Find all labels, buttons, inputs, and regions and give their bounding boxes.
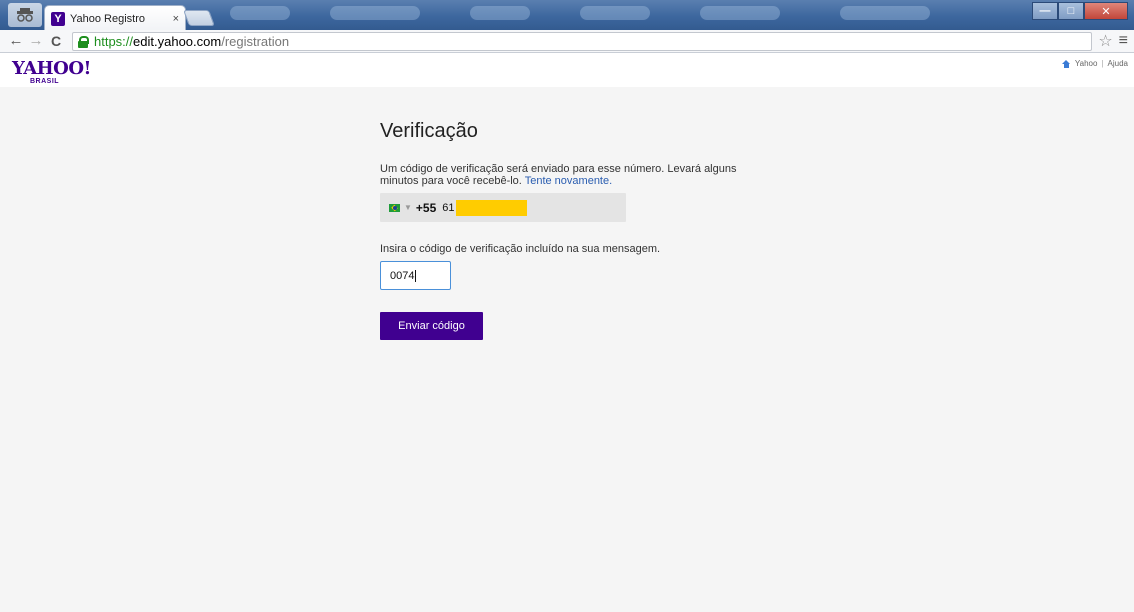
phone-number-field[interactable]: ▼ +55 61 <box>380 193 626 222</box>
reload-icon[interactable]: C <box>46 31 66 51</box>
background-blur <box>840 6 930 20</box>
phone-number-prefix: 61 <box>442 201 455 214</box>
background-blur <box>580 6 650 20</box>
yahoo-logo-sub: BRASIL <box>30 78 60 85</box>
url-host: edit.yahoo.com <box>133 33 222 49</box>
new-tab-button[interactable] <box>183 10 215 26</box>
yahoo-favicon-icon: Y <box>51 11 65 26</box>
help-link[interactable]: Ajuda <box>1108 59 1128 68</box>
country-code: +55 <box>415 200 437 215</box>
code-label: Insira o código de verificação incluído … <box>380 243 661 255</box>
verification-code-input[interactable]: 0074 <box>380 261 451 290</box>
background-blur <box>700 6 780 20</box>
close-window-button[interactable]: ✕ <box>1084 2 1128 20</box>
browser-toolbar: ← → C https://edit.yahoo.com/registratio… <box>0 30 1134 53</box>
send-code-button[interactable]: Enviar código <box>380 312 483 340</box>
brazil-flag-icon <box>389 203 400 212</box>
text-caret <box>415 269 417 282</box>
chevron-down-icon[interactable]: ▼ <box>404 203 412 212</box>
page-title: Verificação <box>380 120 478 142</box>
incognito-icon <box>8 3 42 27</box>
maximize-button[interactable]: □ <box>1058 2 1084 20</box>
link-separator: | <box>1101 59 1104 68</box>
home-icon[interactable] <box>1061 59 1071 68</box>
tab-title: Yahoo Registro <box>70 12 146 25</box>
redacted-phone-number <box>455 199 527 216</box>
background-blur <box>230 6 290 20</box>
code-value: 0074 <box>390 269 415 282</box>
background-blur <box>470 6 530 20</box>
address-bar[interactable]: https://edit.yahoo.com/registration <box>72 31 1093 51</box>
browser-titlebar: Y Yahoo Registro × — □ ✕ <box>0 0 1134 30</box>
tab-close-icon[interactable]: × <box>173 13 179 25</box>
page-header: YAHOO! BRASIL Yahoo | Ajuda <box>0 53 1134 87</box>
window-controls: — □ ✕ <box>1032 2 1128 20</box>
verification-description: Um código de verificação será enviado pa… <box>380 163 770 187</box>
retry-link[interactable]: Tente novamente. <box>525 175 612 187</box>
lock-icon <box>78 35 89 48</box>
bookmark-star-icon[interactable]: ☆ <box>1098 31 1112 51</box>
yahoo-logo[interactable]: YAHOO! <box>12 60 91 78</box>
yahoo-home-link[interactable]: Yahoo <box>1075 59 1098 68</box>
minimize-button[interactable]: — <box>1032 2 1058 20</box>
back-arrow-icon[interactable]: ← <box>6 31 26 51</box>
verification-form: Verificação Um código de verificação ser… <box>380 120 780 340</box>
header-links: Yahoo | Ajuda <box>1061 59 1128 68</box>
forward-arrow-icon[interactable]: → <box>26 31 46 51</box>
browser-menu-icon[interactable]: ≡ <box>1119 32 1128 50</box>
browser-tab-yahoo-registro[interactable]: Y Yahoo Registro × <box>44 5 186 30</box>
url-scheme: https:// <box>94 33 134 49</box>
background-blur <box>330 6 420 20</box>
url-path: /registration <box>221 33 290 49</box>
